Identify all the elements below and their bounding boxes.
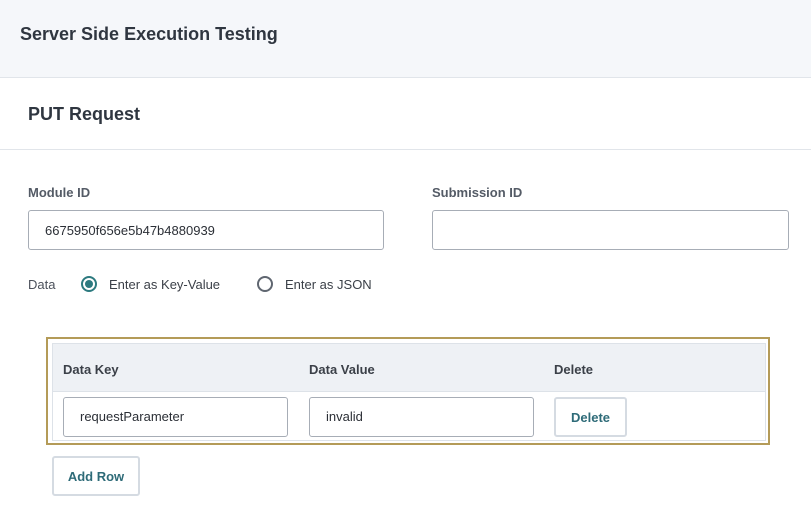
column-header-delete: Delete bbox=[554, 362, 594, 377]
page-title: Server Side Execution Testing bbox=[20, 24, 278, 44]
page-header: Server Side Execution Testing bbox=[0, 0, 811, 78]
submission-id-input[interactable] bbox=[432, 210, 789, 250]
delete-row-button[interactable]: Delete bbox=[554, 397, 627, 437]
json-radio[interactable] bbox=[257, 276, 273, 292]
column-header-data-value: Data Value bbox=[309, 362, 375, 377]
card-title: PUT Request bbox=[28, 104, 141, 124]
module-id-label: Module ID bbox=[28, 185, 91, 200]
module-id-input[interactable] bbox=[28, 210, 384, 250]
grid-header-row: Data Key Data Value Delete bbox=[53, 344, 765, 392]
column-header-data-key: Data Key bbox=[63, 362, 119, 377]
submission-id-label: Submission ID bbox=[432, 185, 523, 200]
key-value-radio-label[interactable]: Enter as Key-Value bbox=[109, 277, 220, 292]
json-radio-label[interactable]: Enter as JSON bbox=[285, 277, 372, 292]
data-grid-container: Data Key Data Value Delete requestParame… bbox=[46, 337, 770, 445]
data-label: Data bbox=[28, 277, 56, 292]
card-header: PUT Request bbox=[0, 78, 811, 150]
add-row-button[interactable]: Add Row bbox=[52, 456, 140, 496]
data-key-input[interactable]: requestParameter bbox=[63, 397, 288, 437]
data-value-input[interactable]: invalid bbox=[309, 397, 534, 437]
data-grid: Data Key Data Value Delete requestParame… bbox=[52, 343, 766, 441]
key-value-radio[interactable] bbox=[81, 276, 97, 292]
